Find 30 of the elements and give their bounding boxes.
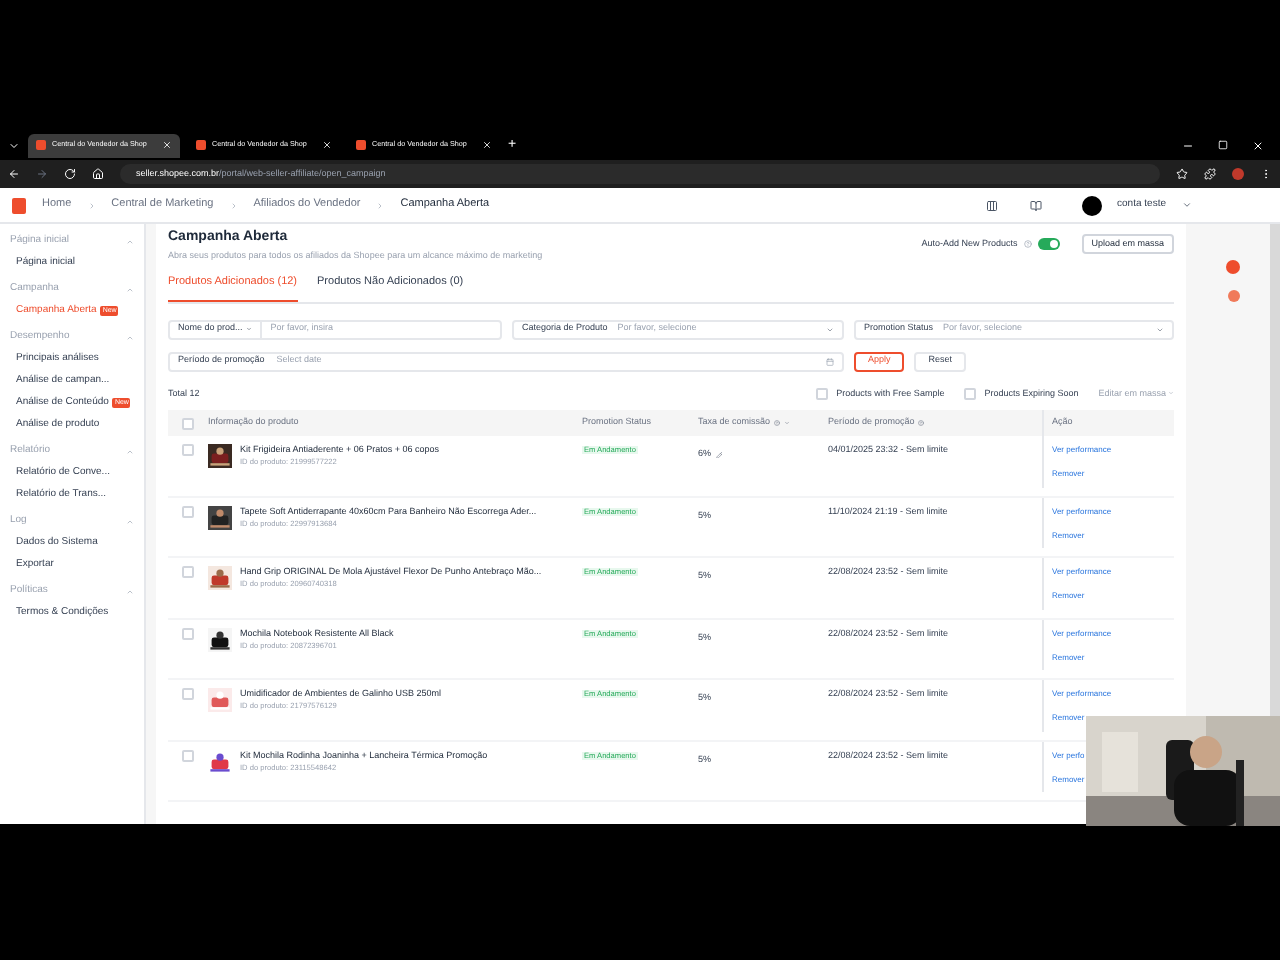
avatar[interactable] xyxy=(1081,195,1102,215)
extensions-icon[interactable] xyxy=(1204,168,1216,180)
apps-icon[interactable] xyxy=(985,199,998,211)
checkbox[interactable] xyxy=(182,688,194,701)
help-icon xyxy=(1023,240,1032,248)
toggle-switch[interactable] xyxy=(1037,238,1060,250)
checkbox[interactable] xyxy=(182,627,194,640)
checkbox[interactable] xyxy=(182,505,194,518)
minimize-icon[interactable] xyxy=(1182,139,1194,151)
checkbox[interactable] xyxy=(182,417,194,430)
maximize-icon[interactable] xyxy=(1218,140,1228,150)
help-icon xyxy=(774,420,781,427)
tab-list-icon[interactable] xyxy=(8,139,20,151)
checkbox[interactable] xyxy=(816,387,829,400)
checkbox[interactable] xyxy=(182,749,194,762)
close-icon[interactable] xyxy=(1252,139,1264,151)
profile-icon[interactable] xyxy=(1232,168,1244,180)
edit-icon[interactable] xyxy=(715,451,723,459)
checkbox[interactable] xyxy=(964,387,977,400)
forward-icon[interactable] xyxy=(36,168,48,180)
reload-icon[interactable] xyxy=(64,168,76,180)
home-icon[interactable] xyxy=(92,168,104,180)
checkbox[interactable] xyxy=(182,566,194,579)
calendar-icon xyxy=(826,357,834,365)
bookmark-icon[interactable] xyxy=(1176,168,1188,180)
back-icon[interactable] xyxy=(8,168,20,180)
help-icon xyxy=(918,420,925,427)
book-icon[interactable] xyxy=(1029,199,1042,211)
caret-icon[interactable] xyxy=(1182,200,1192,210)
checkbox[interactable] xyxy=(182,444,194,457)
